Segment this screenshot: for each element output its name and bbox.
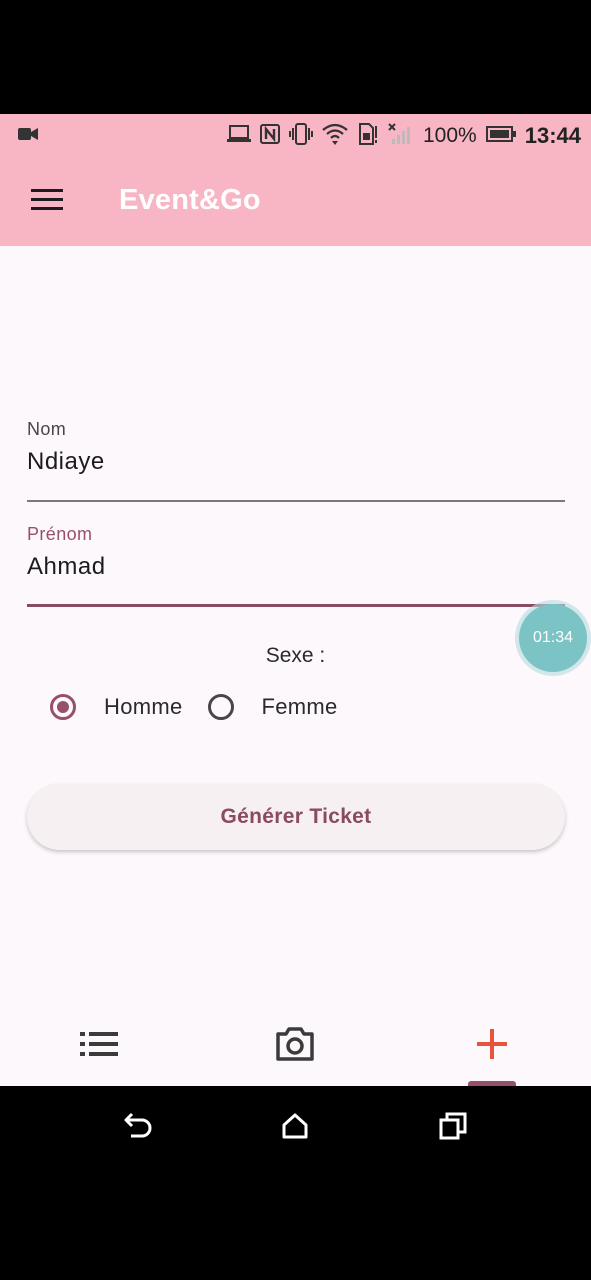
radio-unselected-icon[interactable] xyxy=(207,694,234,720)
prenom-field[interactable]: Prénom Ahmad xyxy=(27,524,565,608)
app-bar: Event&Go xyxy=(0,158,591,246)
nom-field[interactable]: Nom Ndiaye xyxy=(27,419,565,503)
signal-icon xyxy=(388,122,414,150)
hamburger-menu-icon[interactable] xyxy=(31,189,63,213)
radio-femme[interactable]: Femme xyxy=(207,694,338,720)
add-icon[interactable] xyxy=(462,1022,522,1066)
prenom-input[interactable]: Ahmad xyxy=(27,553,565,581)
laptop-icon xyxy=(227,124,251,149)
app-title: Event&Go xyxy=(119,184,261,216)
battery-percent: 100% xyxy=(423,124,477,147)
battery-icon xyxy=(485,125,516,147)
camera-icon[interactable] xyxy=(265,1022,325,1066)
nom-input[interactable]: Ndiaye xyxy=(27,448,565,476)
nom-label: Nom xyxy=(27,419,67,439)
radio-homme[interactable]: Homme xyxy=(50,694,183,720)
list-icon[interactable] xyxy=(69,1022,129,1066)
radio-selected-icon[interactable] xyxy=(50,694,76,720)
generate-ticket-button[interactable]: Générer Ticket xyxy=(27,784,565,850)
radio-femme-label: Femme xyxy=(261,694,338,719)
system-navigation-bar xyxy=(0,1086,591,1166)
nfc-icon xyxy=(260,123,280,149)
vibrate-icon xyxy=(289,122,313,150)
recents-icon[interactable] xyxy=(435,1108,471,1144)
status-time: 13:44 xyxy=(524,123,581,148)
radio-homme-label: Homme xyxy=(104,694,183,719)
video-call-icon xyxy=(18,127,38,146)
back-icon[interactable] xyxy=(120,1108,156,1144)
app-screen: 100% 13:44 Event&Go Nom Ndiaye Prénom Ah… xyxy=(0,114,591,1086)
sexe-radio-group: Homme Femme xyxy=(50,694,338,720)
bottom-navigation xyxy=(0,1014,591,1086)
timer-bubble[interactable]: 01:34 xyxy=(519,604,587,672)
prenom-underline xyxy=(27,604,565,607)
sim-icon xyxy=(357,122,379,150)
nom-underline xyxy=(27,500,565,502)
sexe-label: Sexe : xyxy=(265,644,326,667)
status-bar: 100% 13:44 xyxy=(0,114,591,158)
home-icon[interactable] xyxy=(277,1108,313,1144)
prenom-label: Prénom xyxy=(27,524,93,544)
wifi-icon xyxy=(322,122,348,151)
